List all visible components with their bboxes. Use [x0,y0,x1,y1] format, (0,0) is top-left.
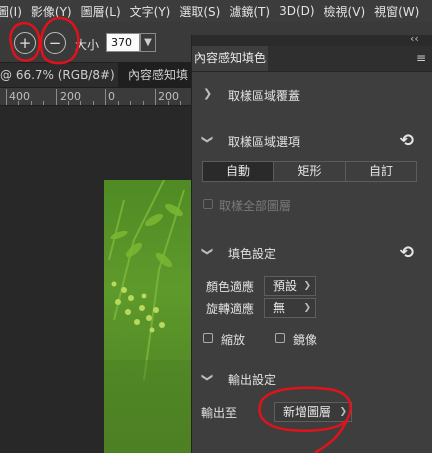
chevron-down-icon: ❯ [339,407,347,417]
ruler-tick [155,89,156,105]
section-label: 取樣區域選項 [228,135,301,149]
panel-tab-row: 內容感知填色 ≡ [192,46,432,72]
chevron-down-icon: ❯ [303,303,311,313]
section-fill-settings[interactable]: ❯ 填色設定 ⟲ [192,243,432,263]
menu-layer[interactable]: 圖層(L) [76,3,125,20]
ruler-label: 0 [108,90,115,103]
section-label: 取樣區域覆蓋 [228,89,301,103]
ruler-tick [105,89,106,105]
ruler-tick [6,89,7,105]
chevron-down-icon: ❯ [201,134,215,145]
section-sampling-options[interactable]: ❯ 取樣區域選項 ⟲ [192,131,432,151]
select-value: 新增圖層 [283,405,332,419]
size-input[interactable]: 370 [106,33,140,52]
scale-label: 縮放 [221,333,246,347]
minus-icon: − [48,33,62,52]
ruler-tick [118,101,119,105]
document-tab-label: @ 66.7% (RGB/8#) [0,68,115,82]
menu-bar: 圖(I) 影像(Y) 圖層(L) 文字(Y) 選取(S) 濾鏡(T) 3D(D)… [0,0,432,22]
section-sampling-overlay[interactable]: ❯ 取樣區域覆蓋 [192,85,432,105]
ruler-tick [168,101,169,105]
sample-all-layers-label: 取樣全部圖層 [219,199,292,213]
chevron-down-icon: ❯ [201,246,215,257]
menu-select[interactable]: 選取(S) [174,3,224,20]
chevron-down-icon: ❯ [201,372,215,383]
collapse-panel-button[interactable]: ‹‹ [410,32,419,45]
output-to-label: 輸出至 [201,406,238,420]
menu-image-adjust[interactable]: 影像(Y) [26,3,76,20]
mirror-label: 鏡像 [293,333,318,347]
section-output-settings[interactable]: ❯ 輸出設定 [192,369,432,389]
menu-type[interactable]: 文字(Y) [125,3,175,20]
section-label: 輸出設定 [228,373,277,387]
menu-view[interactable]: 檢視(V) [319,3,370,20]
reset-icon[interactable]: ⟲ [400,131,414,151]
ruler-tick [56,89,57,105]
panel-menu-icon[interactable]: ≡ [416,51,426,65]
ruler-tick [31,101,32,105]
document-tab-2[interactable]: 內容感知填 [118,63,196,87]
select-value: 無 [273,301,286,315]
subtract-from-sample-button[interactable]: − [44,32,66,54]
select-value: 預設 [273,279,298,293]
color-adaptation-select[interactable]: 預設 ❯ [264,276,316,296]
scale-checkbox[interactable] [203,333,213,343]
ruler-tick [80,101,81,105]
ruler-tick [68,101,69,105]
menu-filter[interactable]: 濾鏡(T) [224,3,274,20]
size-dropdown-button[interactable]: ▼ [140,33,156,52]
menu-3d[interactable]: 3D(D) [274,4,318,18]
ruler-label: 400 [9,90,30,103]
segment-rectangle[interactable]: 矩形 [273,161,346,182]
reset-icon[interactable]: ⟲ [400,243,414,263]
ruler-tick [93,101,94,105]
chevron-right-icon: ❯ [203,87,213,100]
ruler-label: 200 [60,90,81,103]
chevron-down-icon: ❯ [303,281,311,291]
document-tab-bar: @ 66.7% (RGB/8#) 內容感知填 [0,63,196,88]
ruler-tick [43,101,44,105]
size-label: 大小 [75,38,100,52]
ruler-tick [180,101,181,105]
rotation-adaptation-select[interactable]: 無 ❯ [264,298,316,318]
chevron-down-icon: ▼ [144,37,152,48]
foliage-image [104,180,196,453]
document-tab-label: 內容感知填 [128,68,189,82]
content-aware-fill-panel: ‹‹ 內容感知填色 ≡ ❯ 取樣區域覆蓋 ❯ 取樣區域選項 ⟲ 自動 矩形 自訂… [191,32,432,453]
segment-custom[interactable]: 自訂 [345,161,417,182]
canvas-image[interactable] [104,180,196,453]
ruler-tick [130,101,131,105]
ruler-tick [18,101,19,105]
horizontal-ruler: 400 200 0 200 [0,88,196,106]
add-to-sample-button[interactable]: + [14,32,36,54]
output-to-select[interactable]: 新增圖層 ❯ [274,402,352,422]
menu-window[interactable]: 視窗(W) [369,3,423,20]
sample-all-layers-checkbox[interactable] [203,199,213,209]
document-tab-1[interactable]: @ 66.7% (RGB/8#) [0,63,118,87]
rotation-adaptation-label: 旋轉適應 [206,302,255,316]
section-label: 填色設定 [228,247,277,261]
panel-title-strip: ‹‹ [192,32,432,46]
tab-content-aware-fill[interactable]: 內容感知填色 [192,46,268,71]
mirror-checkbox[interactable] [275,333,285,343]
plus-icon: + [18,33,32,52]
ruler-tick [143,101,144,105]
color-adaptation-label: 顏色適應 [206,280,255,294]
segment-auto[interactable]: 自動 [202,161,274,182]
menu-image[interactable]: 圖(I) [0,3,26,20]
